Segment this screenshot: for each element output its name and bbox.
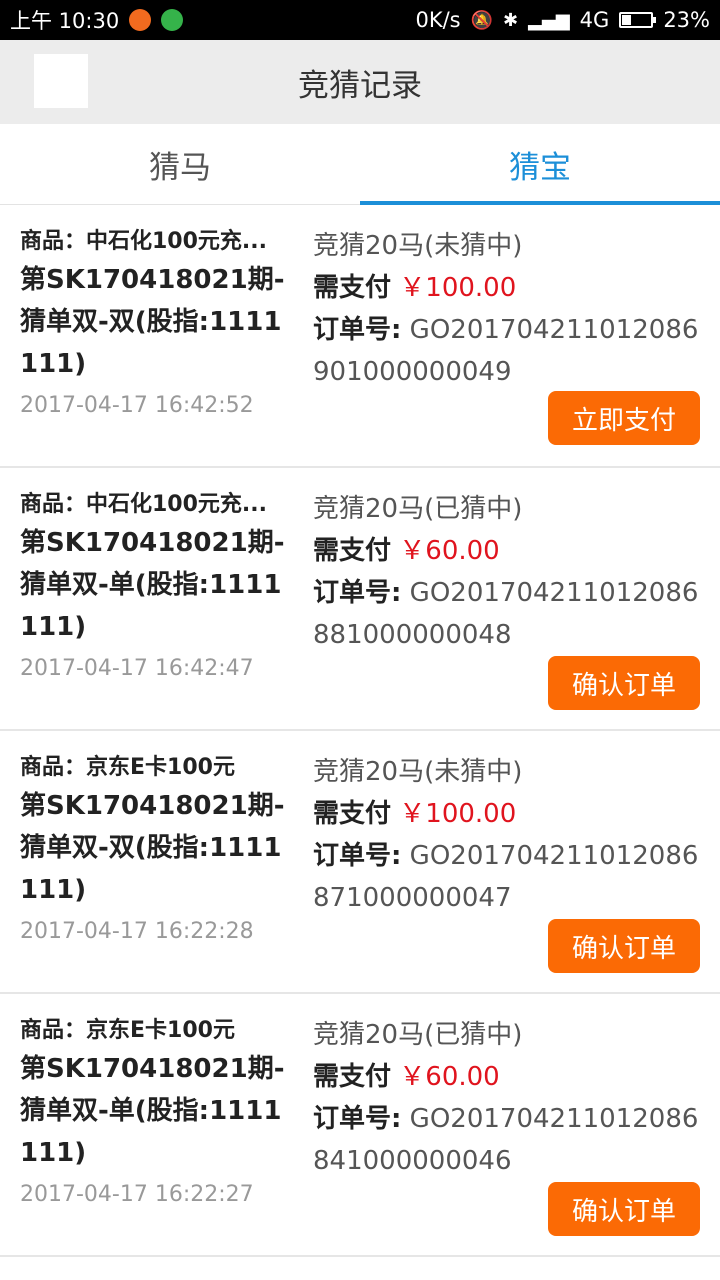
order-number: 订单号: GO201704211012086871000000047 [313, 835, 706, 919]
record-right: 竞猜20马(已猜中) 需支付 ￥60.00 订单号: GO20170421101… [313, 1014, 706, 1182]
tab-guess-treasure[interactable]: 猜宝 [360, 124, 720, 205]
title-bar: 竞猜记录 [0, 40, 720, 124]
pay-line: 需支付 ￥60.00 [313, 1056, 706, 1098]
confirm-order-button[interactable]: 确认订单 [548, 656, 700, 710]
goods-name: 商品：京东E卡100元 [20, 1018, 235, 1043]
guess-result: 竞猜20马(未猜中) [313, 757, 523, 787]
goods-name: 商品：京东E卡100元 [20, 755, 235, 780]
record-time: 2017-04-17 16:22:27 [20, 1182, 254, 1207]
order-number: 订单号: GO201704211012086881000000048 [313, 572, 706, 656]
record-item: 商品：京东E卡100元 第SK170418021期-猜单双-单(股指:11111… [0, 994, 720, 1257]
goods-name: 商品：中石化100元充... [20, 229, 267, 254]
period-info: 第SK170418021期-猜单双-双(股指:1111111) [20, 791, 285, 905]
order-label: 订单号: [313, 1104, 402, 1134]
guess-result: 竞猜20马(未猜中) [313, 231, 523, 261]
network-type: 4G [579, 8, 610, 32]
tab-bar: 猜马 猜宝 [0, 124, 720, 205]
pay-amount: ￥60.00 [399, 1062, 500, 1092]
pay-line: 需支付 ￥100.00 [313, 267, 706, 309]
pay-line: 需支付 ￥60.00 [313, 530, 706, 572]
record-list: 商品：中石化100元充... 第SK170418021期-猜单双-双(股指:11… [0, 205, 720, 1257]
record-time: 2017-04-17 16:42:47 [20, 656, 254, 681]
record-left: 商品：京东E卡100元 第SK170418021期-猜单双-双(股指:11111… [20, 753, 290, 944]
pay-amount: ￥60.00 [399, 536, 500, 566]
record-time: 2017-04-17 16:42:52 [20, 393, 254, 418]
net-speed: 0K/s [415, 8, 461, 32]
order-number: 订单号: GO201704211012086901000000049 [313, 309, 706, 393]
pay-label: 需支付 [313, 273, 392, 303]
record-item: 商品：中石化100元充... 第SK170418021期-猜单双-单(股指:11… [0, 468, 720, 731]
status-bar: 上午 10:30 0K/s 🔕 ✱ ▂▄▆ 4G 23% [0, 0, 720, 40]
record-item: 商品：京东E卡100元 第SK170418021期-猜单双-双(股指:11111… [0, 731, 720, 994]
period-info: 第SK170418021期-猜单双-单(股指:1111111) [20, 1054, 285, 1168]
order-label: 订单号: [313, 578, 402, 608]
page-title: 竞猜记录 [298, 67, 422, 104]
order-label: 订单号: [313, 315, 402, 345]
pay-label: 需支付 [313, 1062, 392, 1092]
record-right: 竞猜20马(未猜中) 需支付 ￥100.00 订单号: GO2017042110… [313, 225, 706, 393]
period-info: 第SK170418021期-猜单双-单(股指:1111111) [20, 528, 285, 642]
goods-name: 商品：中石化100元充... [20, 492, 267, 517]
record-time: 2017-04-17 16:22:28 [20, 919, 254, 944]
tab-guess-horse[interactable]: 猜马 [0, 124, 360, 204]
order-number: 订单号: GO201704211012086841000000046 [313, 1098, 706, 1182]
notification-app-icon [129, 9, 152, 31]
mute-bell-icon: 🔕 [470, 9, 494, 31]
record-item: 商品：中石化100元充... 第SK170418021期-猜单双-双(股指:11… [0, 205, 720, 468]
confirm-order-button[interactable]: 确认订单 [548, 1182, 700, 1236]
pay-line: 需支付 ￥100.00 [313, 793, 706, 835]
bluetooth-icon: ✱ [503, 9, 519, 31]
status-time: 上午 10:30 [10, 9, 120, 33]
guess-result: 竞猜20马(已猜中) [313, 494, 523, 524]
period-info: 第SK170418021期-猜单双-双(股指:1111111) [20, 265, 285, 379]
pay-label: 需支付 [313, 799, 392, 829]
pay-amount: ￥100.00 [399, 273, 517, 303]
android-notification-icon [161, 9, 184, 31]
pay-amount: ￥100.00 [399, 799, 517, 829]
record-left: 商品：京东E卡100元 第SK170418021期-猜单双-单(股指:11111… [20, 1016, 290, 1207]
guess-result: 竞猜20马(已猜中) [313, 1020, 523, 1050]
record-right: 竞猜20马(已猜中) 需支付 ￥60.00 订单号: GO20170421101… [313, 488, 706, 656]
back-button[interactable] [34, 54, 88, 108]
confirm-order-button[interactable]: 确认订单 [548, 919, 700, 973]
record-left: 商品：中石化100元充... 第SK170418021期-猜单双-双(股指:11… [20, 227, 290, 418]
status-left: 上午 10:30 [10, 5, 184, 35]
pay-now-button[interactable]: 立即支付 [548, 391, 700, 445]
battery-level: 23% [663, 8, 710, 32]
battery-icon [619, 12, 657, 28]
order-label: 订单号: [313, 841, 402, 871]
signal-icon: ▂▄▆ [528, 9, 570, 31]
record-right: 竞猜20马(未猜中) 需支付 ￥100.00 订单号: GO2017042110… [313, 751, 706, 919]
pay-label: 需支付 [313, 536, 392, 566]
record-left: 商品：中石化100元充... 第SK170418021期-猜单双-单(股指:11… [20, 490, 290, 681]
status-right: 0K/s 🔕 ✱ ▂▄▆ 4G 23% [415, 8, 710, 32]
